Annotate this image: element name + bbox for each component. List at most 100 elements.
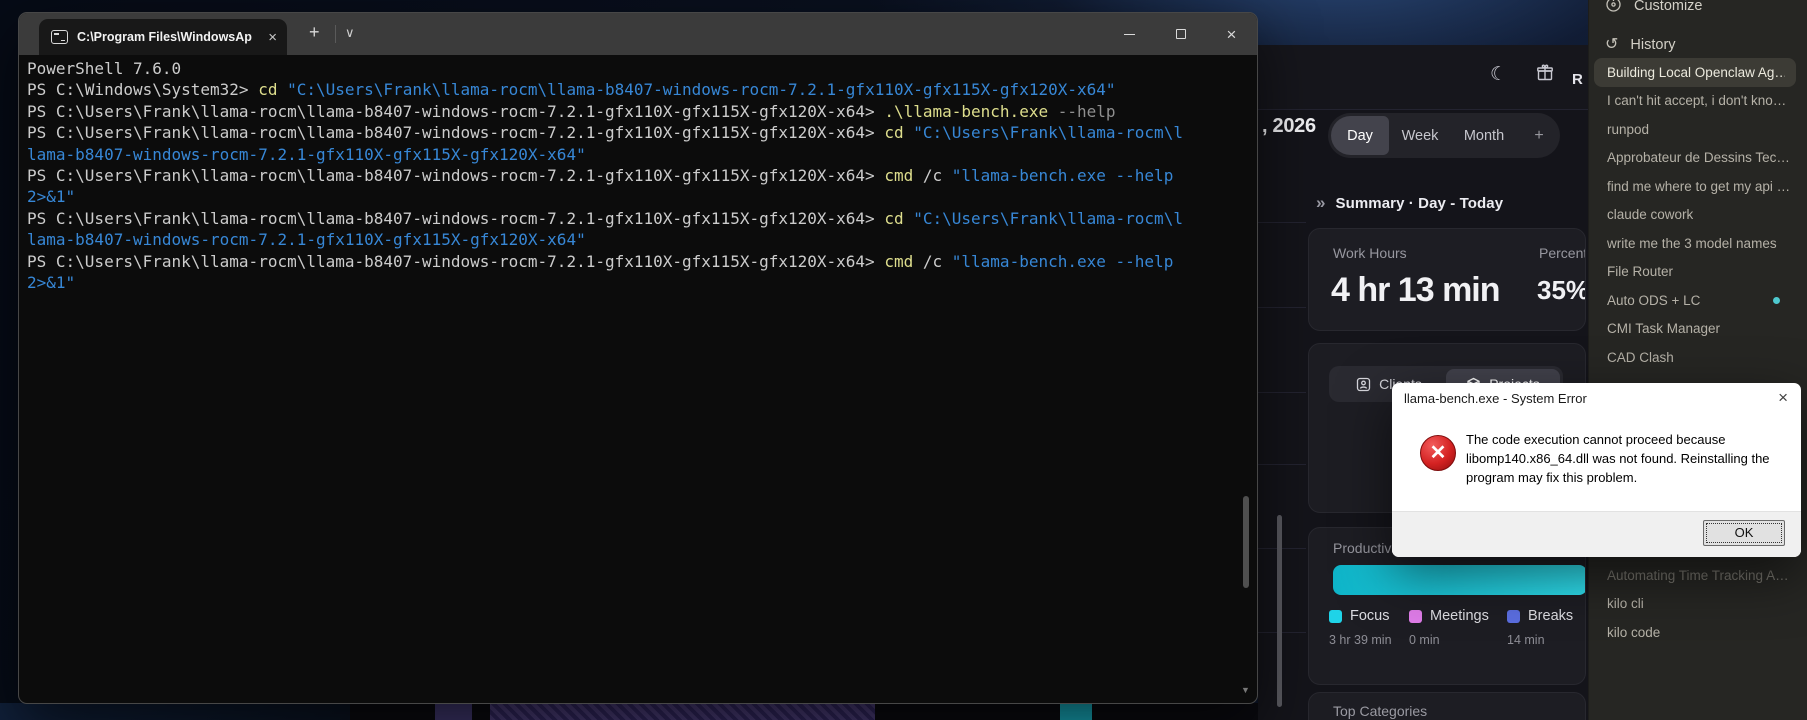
terminal-titlebar[interactable]: C:\Program Files\WindowsAp × + ∨ × (19, 13, 1257, 55)
sidebar-item-customize[interactable]: Customize (1589, 0, 1807, 21)
history-list-top: Building Local Openclaw Ag… I can't hit a… (1589, 58, 1807, 372)
new-tab-button[interactable]: + (309, 23, 320, 41)
app-scrollbar-thumb[interactable] (1277, 515, 1282, 707)
history-item[interactable]: Building Local Openclaw Ag… (1594, 58, 1796, 87)
tab-dropdown-icon[interactable]: ∨ (345, 26, 355, 39)
terminal-line: PS C:\Windows\System32> cd "C:\Users\Fra… (27, 79, 1249, 100)
hour-gridline (1258, 392, 1306, 393)
history-item[interactable]: kilo cli (1589, 590, 1807, 619)
ok-button[interactable]: OK (1703, 520, 1785, 546)
history-item-label: CAD Clash (1607, 350, 1674, 365)
tab-close-icon[interactable]: × (268, 30, 277, 45)
contact-badge-icon (1356, 377, 1371, 392)
dialog-close-icon[interactable]: × (1778, 389, 1788, 406)
percent-value: 35% (1537, 275, 1586, 306)
tab-separator (335, 25, 336, 43)
breadcrumb: » Summary · Day - Today (1316, 193, 1503, 213)
unread-dot (1773, 297, 1780, 304)
terminal-window: C:\Program Files\WindowsAp × + ∨ × Power… (18, 12, 1258, 704)
close-button[interactable]: × (1208, 13, 1255, 55)
history-item-label: Auto ODS + LC (1607, 293, 1700, 308)
terminal-line: PS C:\Users\Frank\llama-rocm\llama-b8407… (27, 251, 1249, 272)
top-categories-title: Top Categories (1333, 703, 1427, 719)
terminal-output: PowerShell 7.6.0PS C:\Windows\System32> … (27, 58, 1249, 293)
history-label: History (1630, 37, 1675, 53)
history-item[interactable]: CAD Clash (1589, 343, 1807, 372)
legend-focus: Focus3 hr 39 min (1329, 608, 1392, 647)
maximize-button[interactable] (1157, 13, 1204, 55)
terminal-line: PS C:\Users\Frank\llama-rocm\llama-b8407… (27, 101, 1249, 122)
history-item-label: kilo code (1607, 625, 1660, 640)
history-item[interactable]: runpod (1589, 115, 1807, 144)
history-item[interactable]: Auto ODS + LC (1589, 286, 1807, 315)
history-item[interactable]: kilo code (1589, 618, 1807, 647)
close-icon: × (1227, 26, 1237, 43)
history-item-label: Automating Time Tracking A… (1607, 568, 1789, 583)
terminal-tab-title: C:\Program Files\WindowsAp (77, 30, 262, 44)
view-tab-month[interactable]: Month (1451, 116, 1517, 155)
view-tab-week[interactable]: Week (1389, 116, 1451, 155)
collapse-chevrons-icon[interactable]: » (1316, 193, 1325, 213)
history-item-label: Building Local Openclaw Ag… (1607, 65, 1785, 80)
dialog-title: llama-bench.exe - System Error (1404, 391, 1587, 406)
history-item[interactable]: claude cowork (1589, 201, 1807, 230)
error-x-glyph: ✕ (1430, 443, 1447, 463)
timeline-untracked-block (0, 703, 350, 720)
history-sidebar: Customize ↺ History Building Local Openc… (1588, 0, 1807, 720)
timeline-block (1060, 703, 1092, 720)
history-item[interactable]: I can't hit accept, i don't kno… (1589, 87, 1807, 116)
terminal-line: PS C:\Users\Frank\llama-rocm\llama-b8407… (27, 165, 1249, 186)
timeline-block (490, 703, 875, 720)
legend-breaks: Breaks 14 min (1507, 608, 1573, 647)
dialog-titlebar[interactable]: llama-bench.exe - System Error × (1392, 383, 1801, 413)
terminal-line: 2>&1" (27, 272, 1249, 293)
legend-value: 14 min (1507, 633, 1573, 647)
view-tab-day[interactable]: Day (1331, 116, 1389, 155)
scroll-down-arrow-icon[interactable]: ▼ (1241, 685, 1250, 695)
history-item[interactable]: File Router (1589, 258, 1807, 287)
sidebar-item-history[interactable]: ↺ History (1589, 30, 1807, 60)
app-header: ☾ R (1258, 45, 1588, 110)
desktop: ☾ R , 2026 DayWeekMonth+ » Summary · Day… (0, 0, 1807, 720)
minimize-button[interactable] (1106, 13, 1153, 55)
work-hours-label: Work Hours (1333, 245, 1407, 261)
legend-meetings: Meetings 0 min (1409, 608, 1489, 647)
hour-gridline (1258, 307, 1306, 308)
history-item[interactable]: Approbateur de Dessins Tec… (1589, 144, 1807, 173)
history-item[interactable]: Automating Time Tracking A… (1589, 561, 1807, 590)
history-item-label: kilo cli (1607, 596, 1644, 611)
legend-swatch (1507, 610, 1520, 623)
dark-mode-moon-icon[interactable]: ☾ (1490, 65, 1507, 84)
terminal-line: PS C:\Users\Frank\llama-rocm\llama-b8407… (27, 122, 1249, 143)
terminal-tab[interactable]: C:\Program Files\WindowsAp × (39, 19, 287, 55)
history-item[interactable]: write me the 3 model names (1589, 229, 1807, 258)
system-error-dialog: llama-bench.exe - System Error × ✕ The c… (1392, 383, 1801, 557)
add-view-button[interactable]: + (1521, 127, 1557, 145)
view-switcher: DayWeekMonth+ (1328, 113, 1560, 158)
history-item[interactable]: find me where to get my api … (1589, 172, 1807, 201)
history-item-label: File Router (1607, 264, 1673, 279)
terminal-scrollbar-thumb[interactable] (1243, 496, 1249, 588)
maximize-icon (1176, 29, 1186, 39)
terminal-line: lama-b8407-windows-rocm-7.2.1-gfx110X-gf… (27, 144, 1249, 165)
gift-icon[interactable] (1536, 64, 1554, 86)
history-item-label: claude cowork (1607, 207, 1693, 222)
top-categories-card: Top Categories (1308, 692, 1586, 720)
legend-name: Breaks (1528, 608, 1573, 624)
history-item[interactable]: CMI Task Manager (1589, 315, 1807, 344)
percent-label: Percent (1539, 245, 1586, 261)
legend-name: Meetings (1430, 608, 1489, 624)
terminal-line: PS C:\Users\Frank\llama-rocm\llama-b8407… (27, 208, 1249, 229)
terminal-line: 2>&1" (27, 186, 1249, 207)
hour-gridline (1258, 632, 1306, 633)
history-icon: ↺ (1605, 37, 1618, 53)
dialog-message: The code execution cannot proceed becaus… (1466, 431, 1778, 488)
terminal-icon (51, 30, 68, 44)
legend-value: 0 min (1409, 633, 1489, 647)
header-badge[interactable]: R (1572, 71, 1583, 88)
legend-swatch (1409, 610, 1422, 623)
terminal-body[interactable]: PowerShell 7.6.0PS C:\Windows\System32> … (19, 55, 1257, 704)
legend-name: Focus (1350, 608, 1390, 624)
history-item-label: I can't hit accept, i don't kno… (1607, 93, 1786, 108)
history-item-label: Approbateur de Dessins Tec… (1607, 150, 1790, 165)
